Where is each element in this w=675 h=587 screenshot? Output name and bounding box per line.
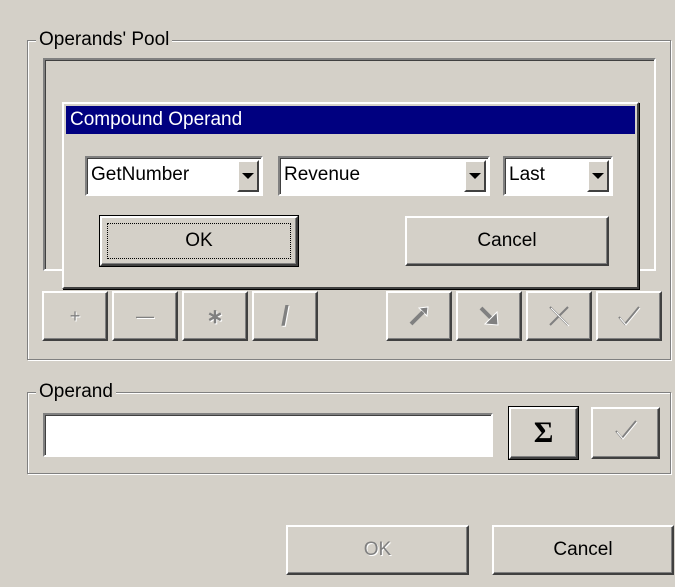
arrow-down-right-icon [476, 303, 502, 329]
operands-pool-label: Operands' Pool [36, 29, 173, 51]
operand-accept-button[interactable] [591, 407, 660, 459]
chevron-down-icon[interactable] [464, 160, 486, 192]
delete-x-icon [546, 303, 572, 329]
operand-label: Operand [36, 381, 116, 403]
operand-input[interactable] [43, 413, 493, 457]
dialog-ok-button[interactable]: OK [99, 215, 299, 267]
divide-icon: / [281, 300, 289, 331]
chevron-down-icon[interactable] [587, 160, 609, 192]
sigma-icon: Σ [533, 416, 554, 449]
delete-button[interactable] [526, 291, 592, 341]
sigma-button[interactable]: Σ [508, 406, 579, 460]
function-select[interactable]: GetNumber [85, 156, 263, 196]
field-select-value: Revenue [284, 164, 361, 185]
ok-label: OK [363, 539, 392, 560]
function-select-value: GetNumber [91, 164, 190, 185]
chevron-down-icon[interactable] [237, 160, 259, 192]
move-down-button[interactable] [456, 291, 522, 341]
ok-button[interactable]: OK [286, 525, 469, 575]
dialog-cancel-button[interactable]: Cancel [405, 216, 609, 266]
cancel-label: Cancel [553, 539, 613, 560]
period-select-value: Last [509, 164, 545, 185]
accept-button[interactable] [596, 291, 662, 341]
minus-button[interactable]: — [112, 291, 178, 341]
multiply-button[interactable]: ∗ [182, 291, 248, 341]
multiply-icon: ∗ [206, 305, 224, 328]
field-select[interactable]: Revenue [278, 156, 490, 196]
arrow-up-right-icon [406, 303, 432, 329]
move-up-button[interactable] [386, 291, 452, 341]
dialog-cancel-label: Cancel [477, 230, 537, 251]
divide-button[interactable]: / [252, 291, 318, 341]
checkmark-icon [616, 303, 642, 329]
checkmark-icon [613, 417, 639, 449]
cancel-button[interactable]: Cancel [492, 525, 674, 575]
minus-icon: — [136, 305, 154, 326]
plus-icon: + [69, 305, 81, 326]
focus-rect [107, 223, 291, 259]
plus-button[interactable]: + [42, 291, 108, 341]
period-select[interactable]: Last [503, 156, 613, 196]
dialog-title: Compound Operand [66, 106, 635, 134]
compound-operand-dialog: Compound Operand GetNumber Revenue Last … [62, 102, 639, 289]
